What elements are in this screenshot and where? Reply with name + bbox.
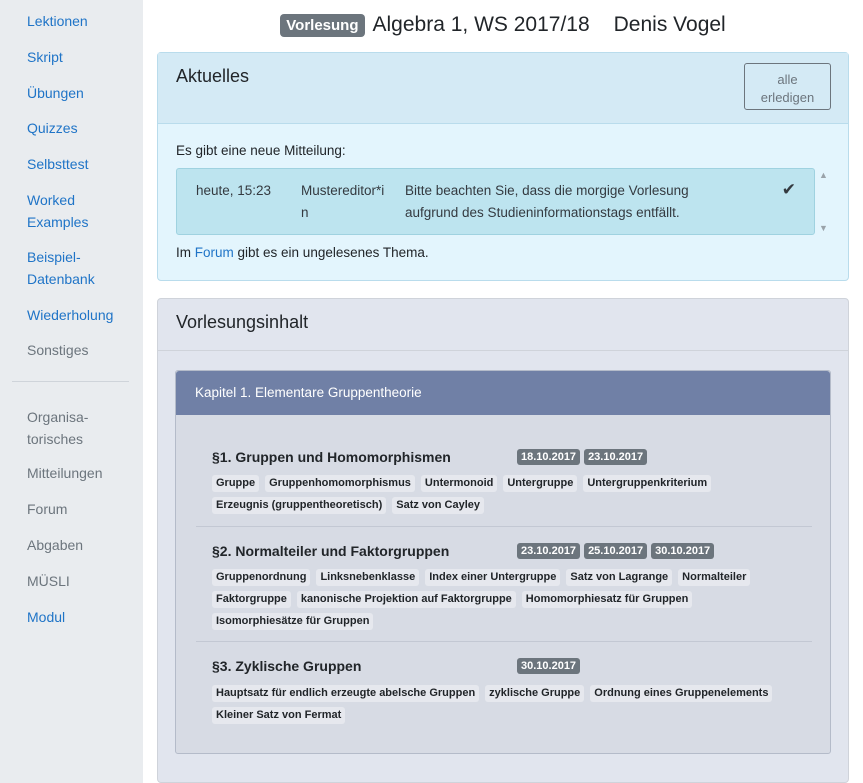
section-title[interactable]: §1. Gruppen und Homomorphismen [212,449,451,465]
sidebar-item-lektionen[interactable]: Lektionen [27,10,88,32]
aktuelles-header: Aktuelles alle erledigen [158,53,848,124]
sidebar-item-müsli[interactable]: MÜSLI [27,570,70,592]
topic-tag[interactable]: Satz von Lagrange [566,569,673,586]
aktuelles-card: Aktuelles alle erledigen Es gibt eine ne… [157,52,849,281]
sidebar-item-wiederholung[interactable]: Wiederholung [27,304,113,326]
date-badge: 30.10.2017 [517,658,581,674]
section-title[interactable]: §2. Normalteiler und Faktorgruppen [212,543,449,559]
date-badge: 23.10.2017 [517,543,581,559]
topic-tag[interactable]: Untergruppe [503,475,578,492]
section-tags: Gruppenordnung Linksnebenklasse Index eine… [212,569,802,630]
section-dates: 23.10.2017 25.10.2017 30.10.2017 [517,543,715,559]
section-divider [196,526,812,527]
topic-tag[interactable]: Linksnebenklasse [316,569,420,586]
sidebar-item-skript[interactable]: Skript [27,46,63,68]
sidebar: Lektionen Skript Übungen Quizzes Selbsttest W… [0,0,143,783]
topic-tag[interactable]: Homomorphiesatz für Gruppen [521,591,693,608]
topic-tag[interactable]: Satz von Cayley [392,497,485,514]
scroll-down-icon[interactable]: ▼ [819,223,828,233]
page-title: Algebra 1, WS 2017/18 [372,13,590,36]
section-dates: 30.10.2017 [517,658,581,674]
topic-tag[interactable]: Normalteiler [678,569,751,586]
sidebar-item-sonstiges[interactable]: Sonstiges [27,339,88,361]
sidebar-divider [12,381,129,382]
topic-tag[interactable]: Gruppenordnung [212,569,311,586]
section-title[interactable]: §3. Zyklische Gruppen [212,658,361,674]
page-header: Vorlesung Algebra 1, WS 2017/18 Denis Vo… [143,10,863,40]
lecturer-name: Denis Vogel [613,13,726,36]
message-item[interactable]: heute, 15:23 Mustereditor*in Bitte beach… [176,168,815,235]
section-tags: Hauptsatz für endlich erzeugte abelsche … [212,685,802,724]
topic-tag[interactable]: Untergruppenkriterium [583,475,712,492]
topic-tag[interactable]: Index einer Untergruppe [425,569,561,586]
date-badge: 25.10.2017 [584,543,648,559]
topic-tag[interactable]: Gruppenhomomorphismus [265,475,415,492]
mark-all-done-label: alle erledigen [760,71,815,105]
scroll-up-icon[interactable]: ▲ [819,170,828,180]
topic-tag[interactable]: Faktorgruppe [212,591,291,608]
topic-tag[interactable]: Hauptsatz für endlich erzeugte abelsche … [212,685,480,702]
topic-tag[interactable]: Gruppe [212,475,260,492]
sidebar-item-organisa-torisches[interactable]: Organisa- torisches [27,406,88,450]
forum-notice-suffix: gibt es ein ungelesenes Thema. [233,245,429,260]
topic-tag[interactable]: Ordnung eines Gruppenelements [590,685,773,702]
message-time: heute, 15:23 [196,183,272,198]
topic-tag[interactable]: kanonische Projektion auf Faktorgruppe [296,591,516,608]
forum-notice-prefix: Im [176,245,195,260]
aktuelles-title: Aktuelles [176,66,250,86]
topic-tag[interactable]: Isomorphiesätze für Gruppen [212,613,374,630]
sidebar-item-quizzes[interactable]: Quizzes [27,117,78,139]
topic-tag[interactable]: zyklische Gruppe [485,685,585,702]
sidebar-item-mitteilungen[interactable]: Mitteilungen [27,462,103,484]
date-badge: 23.10.2017 [584,449,648,465]
chapter-panel: Kapitel 1. Elementare Gruppentheorie §1.… [175,370,831,754]
section-tags: Gruppe Gruppenhomomorphismus Untermonoid Un… [212,475,802,514]
date-badge: 30.10.2017 [651,543,715,559]
sidebar-item-selbsttest[interactable]: Selbsttest [27,153,88,175]
sidebar-item-modul[interactable]: Modul [27,606,65,628]
message-scrollbar[interactable]: ▲ ▼ [817,168,831,235]
sidebar-item-worked-examples[interactable]: Worked Examples [27,189,88,233]
sidebar-item-übungen[interactable]: Übungen [27,82,84,104]
vorlesungsinhalt-header: Vorlesungsinhalt [158,299,848,351]
course-type-badge: Vorlesung [280,13,365,37]
mark-all-done-button[interactable]: alle erledigen [744,63,831,110]
topic-tag[interactable]: Erzeugnis (gruppentheoretisch) [212,497,387,514]
topic-tag[interactable]: Untermonoid [420,475,498,492]
topic-tag[interactable]: Kleiner Satz von Fermat [212,707,346,724]
vorlesungsinhalt-title: Vorlesungsinhalt [176,312,309,332]
forum-link[interactable]: Forum [195,245,234,260]
section-dates: 18.10.2017 23.10.2017 [517,449,648,465]
chapter-title[interactable]: Kapitel 1. Elementare Gruppentheorie [176,371,830,415]
message-author: Mustereditor*in [301,183,385,220]
sidebar-item-beispiel-datenbank[interactable]: Beispiel- Datenbank [27,246,95,290]
message-text: Bitte beachten Sie, dass die morgige Vor… [405,183,689,220]
forum-notice: Im Forum gibt es ein ungelesenes Thema. [176,245,429,260]
sidebar-item-abgaben[interactable]: Abgaben [27,534,83,556]
check-icon[interactable]: ✔ [782,179,796,201]
sidebar-item-forum[interactable]: Forum [27,498,67,520]
date-badge: 18.10.2017 [517,449,581,465]
section-divider [196,641,812,642]
new-message-intro: Es gibt eine neue Mitteilung: [176,143,346,158]
